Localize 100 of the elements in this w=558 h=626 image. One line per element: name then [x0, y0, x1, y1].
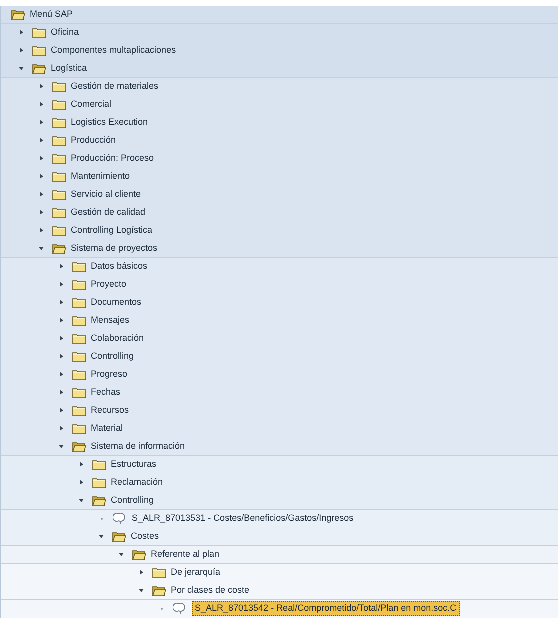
expand-arrow-icon[interactable]: [39, 84, 44, 89]
node-label: Estructuras: [111, 458, 157, 471]
expand-arrow-icon[interactable]: [59, 372, 64, 377]
tree-row[interactable]: Recursos: [1, 402, 558, 420]
node-label: De jerarquía: [171, 566, 221, 579]
expand-arrow-icon[interactable]: [39, 210, 44, 215]
folder-icon: [72, 260, 87, 272]
open-folder-icon: [152, 584, 167, 596]
node-label: Servicio al cliente: [71, 188, 142, 201]
node-label: Producción: Proceso: [71, 152, 154, 165]
expand-arrow-icon[interactable]: [139, 570, 144, 575]
expand-arrow-icon[interactable]: [59, 336, 64, 341]
tree-row[interactable]: Sistema de proyectos: [1, 240, 558, 258]
tree-row[interactable]: Estructuras: [1, 456, 558, 474]
tree-row[interactable]: Costes: [1, 528, 558, 546]
tree-row[interactable]: Logística: [1, 60, 558, 78]
expand-arrow-icon[interactable]: [59, 300, 64, 305]
tree-row[interactable]: Referente al plan: [1, 546, 558, 564]
expand-arrow-icon[interactable]: [19, 48, 24, 53]
collapse-arrow-icon[interactable]: [119, 552, 124, 557]
folder-icon: [92, 476, 107, 488]
collapse-arrow-icon[interactable]: [139, 588, 144, 593]
tree-row[interactable]: Mensajes: [1, 312, 558, 330]
tree-row[interactable]: Datos básicos: [1, 258, 558, 276]
tree-row[interactable]: Logistics Execution: [1, 114, 558, 132]
expand-arrow-icon[interactable]: [59, 264, 64, 269]
node-label: Sistema de proyectos: [71, 242, 158, 255]
tree-row[interactable]: Reclamación: [1, 474, 558, 492]
node-label: Fechas: [91, 386, 121, 399]
folder-icon: [52, 188, 67, 200]
tree-row[interactable]: Producción: Proceso: [1, 150, 558, 168]
tree-row[interactable]: Controlling Logística: [1, 222, 558, 240]
expand-arrow-icon[interactable]: [19, 30, 24, 35]
node-label: S_ALR_87013542 - Real/Comprometido/Total/Plan en mon.soc.C: [192, 601, 460, 616]
tree-row[interactable]: Oficina: [1, 24, 558, 42]
node-label: Reclamación: [111, 476, 164, 489]
collapse-arrow-icon[interactable]: [59, 444, 64, 449]
tree-row[interactable]: Comercial: [1, 96, 558, 114]
tree-row[interactable]: De jerarquía: [1, 564, 558, 582]
folder-icon: [32, 44, 47, 56]
collapse-arrow-icon[interactable]: [39, 246, 44, 251]
tree-row[interactable]: Controlling: [1, 348, 558, 366]
tree-row[interactable]: S_ALR_87013531 - Costes/Beneficios/Gastos/Ingresos: [1, 510, 558, 528]
node-label: S_ALR_87013531 - Costes/Beneficios/Gastos/Ingresos: [132, 512, 354, 525]
collapse-arrow-icon[interactable]: [19, 66, 24, 71]
tree-row[interactable]: Progreso: [1, 366, 558, 384]
tree-row[interactable]: Documentos: [1, 294, 558, 312]
tree-row[interactable]: Componentes multaplicaciones: [1, 42, 558, 60]
tree-row[interactable]: Por clases de coste: [1, 582, 558, 600]
node-label: Material: [91, 422, 124, 435]
folder-icon: [52, 116, 67, 128]
node-label: Colaboración: [91, 332, 144, 345]
tree-row[interactable]: Material: [1, 420, 558, 438]
node-label: Proyecto: [91, 278, 127, 291]
expand-arrow-icon[interactable]: [59, 426, 64, 431]
folder-icon: [32, 26, 47, 38]
open-folder-icon: [52, 242, 67, 254]
expand-arrow-icon[interactable]: [39, 156, 44, 161]
expand-arrow-icon[interactable]: [39, 102, 44, 107]
expand-arrow-icon[interactable]: [39, 120, 44, 125]
node-label: Gestión de materiales: [71, 80, 159, 93]
expand-arrow-icon[interactable]: [39, 192, 44, 197]
expand-arrow-icon[interactable]: [79, 480, 84, 485]
tree-row[interactable]: Producción: [1, 132, 558, 150]
tree-row[interactable]: Fechas: [1, 384, 558, 402]
expand-arrow-icon[interactable]: [39, 174, 44, 179]
folder-icon: [52, 80, 67, 92]
folder-icon: [52, 134, 67, 146]
tree-row[interactable]: Proyecto: [1, 276, 558, 294]
folder-icon: [72, 332, 87, 344]
folder-icon: [52, 206, 67, 218]
collapse-arrow-icon[interactable]: [99, 534, 104, 539]
tree-row[interactable]: Colaboración: [1, 330, 558, 348]
expand-arrow-icon[interactable]: [39, 228, 44, 233]
open-folder-icon: [92, 494, 107, 506]
folder-icon: [72, 386, 87, 398]
folder-icon: [52, 170, 67, 182]
node-label: Mantenimiento: [71, 170, 130, 183]
tree-row[interactable]: S_ALR_87013542 - Real/Comprometido/Total/Plan en mon.soc.C: [1, 600, 558, 618]
expand-arrow-icon[interactable]: [59, 354, 64, 359]
node-label: Producción: [71, 134, 116, 147]
node-label: Logistics Execution: [71, 116, 148, 129]
tree-row[interactable]: Gestión de calidad: [1, 204, 558, 222]
expand-arrow-icon[interactable]: [79, 462, 84, 467]
open-folder-icon: [112, 530, 127, 542]
menu-title: Menú SAP: [30, 8, 74, 21]
tree-row[interactable]: Menú SAP: [1, 6, 558, 24]
expand-arrow-icon[interactable]: [59, 282, 64, 287]
tree-row[interactable]: Mantenimiento: [1, 168, 558, 186]
expand-arrow-icon[interactable]: [59, 318, 64, 323]
tree-row[interactable]: Controlling: [1, 492, 558, 510]
collapse-arrow-icon[interactable]: [79, 498, 84, 503]
expand-arrow-icon[interactable]: [39, 138, 44, 143]
expand-arrow-icon[interactable]: [59, 408, 64, 413]
tree-row[interactable]: Sistema de información: [1, 438, 558, 456]
tree-row[interactable]: Gestión de materiales: [1, 78, 558, 96]
node-label: Costes: [131, 530, 160, 543]
node-label: Controlling: [111, 494, 154, 507]
expand-arrow-icon[interactable]: [59, 390, 64, 395]
tree-row[interactable]: Servicio al cliente: [1, 186, 558, 204]
